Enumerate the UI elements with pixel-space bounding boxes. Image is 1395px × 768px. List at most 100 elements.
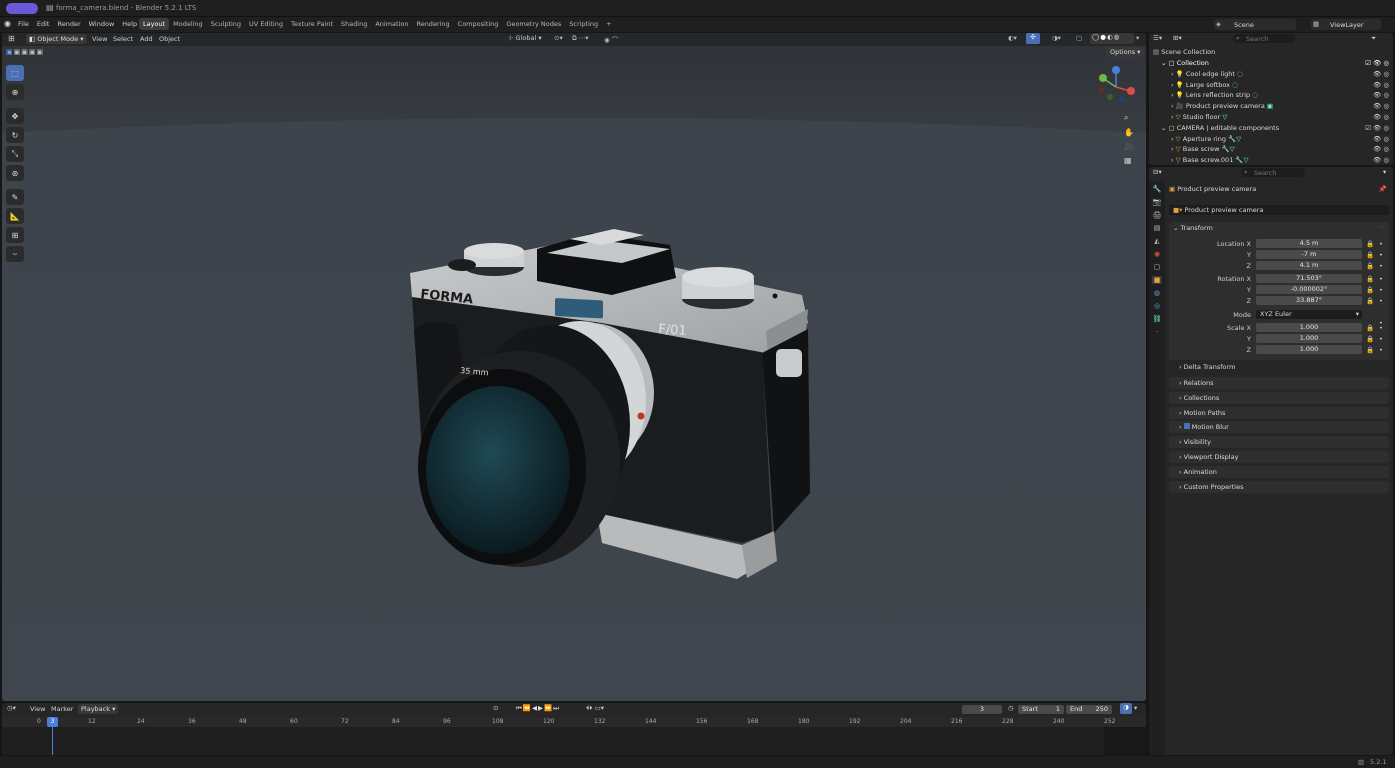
tab-rendering[interactable]: Rendering [412,18,453,30]
rotation-y-field[interactable]: -0.000002° [1256,285,1362,294]
material-shading-icon[interactable]: ◐ [1107,33,1114,41]
menu-help[interactable]: Help [118,18,141,30]
outliner-editor-icon[interactable]: ☰▾ [1153,34,1162,42]
rendered-shading-icon[interactable]: ◍ [1114,33,1121,41]
pin-icon[interactable]: 📌 [1379,185,1387,193]
pivot-icon[interactable]: ⊙▾ [554,34,563,42]
motion-paths-panel[interactable]: › Motion Paths [1169,406,1389,419]
select-invert-icon[interactable]: ▣ [29,48,37,56]
rotation-lock-icons[interactable]: 🔒 🔒 🔒 [1366,274,1374,307]
viewport-display-panel[interactable]: › Viewport Display [1169,450,1389,463]
cursor-icon[interactable]: ⊕ [6,84,24,100]
object-name-field[interactable]: ■▾ Product preview camera [1169,205,1389,215]
menu-window[interactable]: Window [85,18,119,30]
editor-type-icon[interactable]: ⊞ [8,34,15,43]
add-cube-icon[interactable]: ⊞ [6,227,24,243]
transform-orientation-dropdown[interactable]: ⊹ Global ▾ [508,34,542,42]
timeline-ruler[interactable]: 0 12 24 36 48 60 72 84 96 108 120 132 14… [2,717,1146,755]
menu-edit[interactable]: Edit [33,18,54,30]
animation-panel[interactable]: › Animation [1169,465,1389,478]
rotate-icon[interactable]: ↻ [6,127,24,143]
outliner-row-lens-reflection-strip[interactable]: › 💡 Lens reflection strip ◌ 👁 ◎ [1149,90,1393,101]
blender-app-button[interactable] [6,3,38,14]
end-frame-field[interactable]: End 250 [1066,705,1112,714]
modifier-tab-icon[interactable]: ◍ [1154,289,1160,297]
properties-options-icon[interactable]: ▾ [1383,168,1386,176]
properties-search-input[interactable]: ⌕ Search [1241,168,1305,177]
tab-texture-paint[interactable]: Texture Paint [287,18,337,30]
filter-icon[interactable]: ⏷ [1371,34,1376,43]
grid-view-icon[interactable]: ▦ [1124,156,1134,165]
visibility-icon[interactable]: ◐▾ [1008,34,1017,42]
add-workspace-icon[interactable]: + [602,18,615,30]
visibility-panel[interactable]: › Visibility [1169,436,1389,449]
object-tab-icon[interactable]: ■ [1151,276,1163,284]
options-dropdown[interactable]: Options ▾ [1106,47,1145,57]
pan-hand-icon[interactable]: ✋ [1124,128,1134,137]
proportional-edit-icon[interactable]: ◉ ⌒ [604,34,618,44]
delta-transform-subpanel[interactable]: › Delta Transform [1179,363,1379,374]
object-mode-dropdown[interactable]: ◧ Object Mode ▾ [26,34,87,44]
zoom-icon[interactable]: ⌕ [1124,113,1134,123]
outliner-row-base-screw-001[interactable]: › ▽ Base screw.001 🔧▽ 👁 ◎ [1149,155,1393,165]
scale-icon[interactable]: ⤡ [6,146,24,162]
scale-lock-icons[interactable]: 🔒 🔒 🔒 [1366,323,1374,356]
outliner-row-base-screw[interactable]: › ▽ Base screw 🔧▽ 👁 ◎ [1149,144,1393,155]
menu-file[interactable]: File [14,18,33,30]
rotation-z-field[interactable]: 33.887° [1256,296,1362,305]
render-tab-icon[interactable]: 📷 [1153,198,1162,206]
custom-properties-panel[interactable]: › Custom Properties [1169,480,1389,493]
row-visibility-icons[interactable]: 👁 ◎ [1373,69,1393,80]
overlay-icon[interactable]: ◑▾ [1052,34,1061,42]
transform-icon[interactable]: ⊛ [6,165,24,181]
output-tab-icon[interactable]: 🖨 [1153,211,1162,219]
select-intersect-icon[interactable]: ▣ [37,48,45,56]
location-z-field[interactable]: 4.1 m [1256,261,1362,270]
tab-layout[interactable]: Layout [139,18,170,30]
record-icon[interactable]: ⊙ [493,704,498,712]
outliner-row-product-preview-camera[interactable]: › 🎥 Product preview camera ▣ 👁 ◎ [1149,101,1393,112]
outliner-row-large-softbox[interactable]: › 💡 Large softbox ◌ 👁 ◎ [1149,80,1393,91]
view-layer-tab-icon[interactable]: ▤ [1154,224,1161,232]
keyframe-dots[interactable]: • • • [1379,239,1383,272]
scale-y-field[interactable]: 1.000 [1256,334,1362,343]
timeline-options-icon[interactable]: ▾ [1134,704,1137,712]
camera-model[interactable] [410,229,810,579]
select-box-icon[interactable]: ⬚ [6,65,24,81]
drag-handle-icon[interactable]: ⋯ [1379,223,1386,231]
row-visibility-icons[interactable]: ☑ 👁 ◎ [1365,58,1393,69]
properties-editor-icon[interactable]: ⊟▾ [1153,168,1162,176]
collection-tab-icon[interactable]: ▢ [1154,263,1161,271]
camera-view-icon[interactable]: 🎥 [1124,142,1134,151]
menu-render[interactable]: Render [53,18,84,30]
outliner-row-collection[interactable]: ⌄ ▢ Collection ☑ 👁 ◎ [1149,58,1393,69]
tab-sculpting[interactable]: Sculpting [207,18,245,30]
keying-icons[interactable]: ⏴⏵ ▭▾ [586,704,604,713]
playback-dropdown[interactable]: Playback ▾ [78,704,119,714]
tool-tab-icon[interactable]: 🔧 [1153,185,1162,193]
tab-uv-editing[interactable]: UV Editing [245,18,287,30]
motion-blur-panel[interactable]: › Motion Blur [1169,421,1389,434]
timeline-menu-marker[interactable]: Marker [47,703,77,715]
rotation-keyframe-dots[interactable]: • • • • [1379,274,1383,329]
annotate-icon[interactable]: ✎ [6,189,24,205]
outliner-row-studio-floor[interactable]: › ▽ Studio floor ▽ 👁 ◎ [1149,112,1393,123]
constraints-tab-icon[interactable]: ⛓ [1153,315,1162,323]
row-visibility-icons[interactable]: 👁 ◎ [1373,101,1393,112]
world-tab-icon[interactable]: ◉ [1154,250,1160,258]
select-new-icon[interactable]: ▣ [6,48,14,56]
xray-icon[interactable]: ▢ [1076,34,1082,42]
physics-tab-icon[interactable]: ◎ [1154,302,1160,310]
timeline-editor-icon[interactable]: ◷▾ [7,704,16,712]
scene-selector[interactable]: ◈ Scene [1214,19,1296,30]
view-layer-selector[interactable]: ▦ ViewLayer [1311,19,1381,30]
shading-options-icon[interactable]: ▾ [1136,34,1139,42]
move-icon[interactable]: ✥ [6,108,24,124]
row-visibility-icons[interactable]: 👁 ◎ [1373,90,1393,101]
data-tab-icon[interactable]: · [1156,328,1158,336]
blender-logo-icon[interactable]: ◉ [4,19,11,28]
jump-start-icon[interactable]: ⏮ [516,704,523,712]
scene-tab-icon[interactable]: ◭ [1154,237,1159,245]
row-visibility-icons[interactable]: 👁 ◎ [1373,80,1393,91]
display-mode-icon[interactable]: ⊞▾ [1173,34,1182,42]
